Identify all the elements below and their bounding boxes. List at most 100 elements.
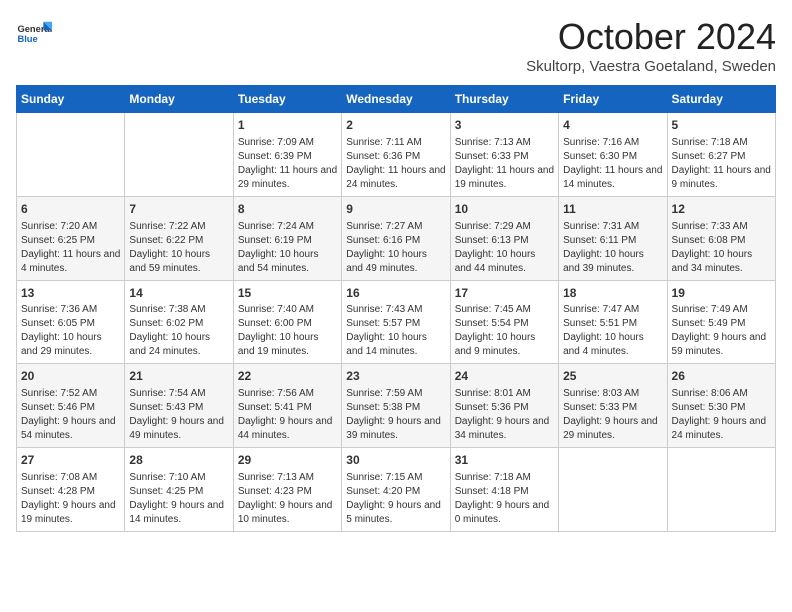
cell-content: Sunrise: 7:59 AM Sunset: 5:38 PM Dayligh… bbox=[346, 387, 445, 443]
day-number: 2 bbox=[346, 117, 445, 134]
calendar-cell: 11Sunrise: 7:31 AM Sunset: 6:11 PM Dayli… bbox=[559, 196, 667, 280]
cell-content: Sunrise: 7:13 AM Sunset: 6:33 PM Dayligh… bbox=[455, 136, 554, 192]
day-number: 4 bbox=[563, 117, 662, 134]
cell-content: Sunrise: 7:27 AM Sunset: 6:16 PM Dayligh… bbox=[346, 220, 445, 276]
calendar-week-row: 6 Sunrise: 7:20 AM Sunset: 6:25 PM Daylig… bbox=[17, 196, 776, 280]
day-number: 14 bbox=[129, 285, 228, 302]
calendar-cell: 6 Sunrise: 7:20 AM Sunset: 6:25 PM Daylig… bbox=[17, 196, 125, 280]
header-day-thursday: Thursday bbox=[450, 86, 558, 113]
cell-content: Sunrise: 7:11 AM Sunset: 6:36 PM Dayligh… bbox=[346, 136, 445, 192]
day-number: 6 bbox=[21, 201, 120, 218]
calendar-cell: 19Sunrise: 7:49 AM Sunset: 5:49 PM Dayli… bbox=[667, 280, 775, 364]
cell-content: Sunrise: 7:56 AM Sunset: 5:41 PM Dayligh… bbox=[238, 387, 337, 443]
logo-icon: General Blue bbox=[16, 16, 52, 52]
day-number: 13 bbox=[21, 285, 120, 302]
title-area: October 2024 Skultorp, Vaestra Goetaland… bbox=[526, 16, 776, 75]
cell-content: Sunrise: 7:24 AM Sunset: 6:19 PM Dayligh… bbox=[238, 220, 337, 276]
day-number: 9 bbox=[346, 201, 445, 218]
calendar-week-row: 13Sunrise: 7:36 AM Sunset: 6:05 PM Dayli… bbox=[17, 280, 776, 364]
calendar-cell: 7 Sunrise: 7:22 AM Sunset: 6:22 PM Daylig… bbox=[125, 196, 233, 280]
header-day-friday: Friday bbox=[559, 86, 667, 113]
header-day-wednesday: Wednesday bbox=[342, 86, 450, 113]
cell-content: Sunrise: 7:36 AM Sunset: 6:05 PM Dayligh… bbox=[21, 303, 120, 359]
day-number: 21 bbox=[129, 368, 228, 385]
calendar-table: SundayMondayTuesdayWednesdayThursdayFrid… bbox=[16, 85, 776, 532]
calendar-cell: 24 Sunrise: 8:01 AM Sunset: 5:36 PM Dayli… bbox=[450, 364, 558, 448]
day-number: 10 bbox=[455, 201, 554, 218]
header-day-saturday: Saturday bbox=[667, 86, 775, 113]
cell-content: Sunrise: 7:49 AM Sunset: 5:49 PM Dayligh… bbox=[672, 303, 771, 359]
calendar-cell: 13Sunrise: 7:36 AM Sunset: 6:05 PM Dayli… bbox=[17, 280, 125, 364]
calendar-cell: 18Sunrise: 7:47 AM Sunset: 5:51 PM Dayli… bbox=[559, 280, 667, 364]
calendar-cell: 10 Sunrise: 7:29 AM Sunset: 6:13 PM Dayli… bbox=[450, 196, 558, 280]
day-number: 17 bbox=[455, 285, 554, 302]
calendar-cell: 21 Sunrise: 7:54 AM Sunset: 5:43 PM Dayli… bbox=[125, 364, 233, 448]
day-number: 19 bbox=[672, 285, 771, 302]
day-number: 20 bbox=[21, 368, 120, 385]
cell-content: Sunrise: 7:45 AM Sunset: 5:54 PM Dayligh… bbox=[455, 303, 554, 359]
calendar-cell bbox=[559, 448, 667, 532]
cell-content: Sunrise: 8:06 AM Sunset: 5:30 PM Dayligh… bbox=[672, 387, 771, 443]
day-number: 11 bbox=[563, 201, 662, 218]
day-number: 31 bbox=[455, 452, 554, 469]
cell-content: Sunrise: 7:47 AM Sunset: 5:51 PM Dayligh… bbox=[563, 303, 662, 359]
cell-content: Sunrise: 8:03 AM Sunset: 5:33 PM Dayligh… bbox=[563, 387, 662, 443]
calendar-week-row: 20Sunrise: 7:52 AM Sunset: 5:46 PM Dayli… bbox=[17, 364, 776, 448]
day-number: 29 bbox=[238, 452, 337, 469]
cell-content: Sunrise: 7:54 AM Sunset: 5:43 PM Dayligh… bbox=[129, 387, 228, 443]
cell-content: Sunrise: 7:18 AM Sunset: 6:27 PM Dayligh… bbox=[672, 136, 771, 192]
calendar-cell: 8Sunrise: 7:24 AM Sunset: 6:19 PM Daylig… bbox=[233, 196, 341, 280]
day-number: 12 bbox=[672, 201, 771, 218]
cell-content: Sunrise: 7:16 AM Sunset: 6:30 PM Dayligh… bbox=[563, 136, 662, 192]
calendar-cell: 25 Sunrise: 8:03 AM Sunset: 5:33 PM Dayli… bbox=[559, 364, 667, 448]
cell-content: Sunrise: 7:38 AM Sunset: 6:02 PM Dayligh… bbox=[129, 303, 228, 359]
cell-content: Sunrise: 7:22 AM Sunset: 6:22 PM Dayligh… bbox=[129, 220, 228, 276]
calendar-cell: 26Sunrise: 8:06 AM Sunset: 5:30 PM Dayli… bbox=[667, 364, 775, 448]
calendar-cell bbox=[125, 113, 233, 197]
day-number: 27 bbox=[21, 452, 120, 469]
day-number: 1 bbox=[238, 117, 337, 134]
calendar-cell: 31 Sunrise: 7:18 AM Sunset: 4:18 PM Dayli… bbox=[450, 448, 558, 532]
cell-content: Sunrise: 7:10 AM Sunset: 4:25 PM Dayligh… bbox=[129, 471, 228, 527]
calendar-cell: 15Sunrise: 7:40 AM Sunset: 6:00 PM Dayli… bbox=[233, 280, 341, 364]
cell-content: Sunrise: 7:18 AM Sunset: 4:18 PM Dayligh… bbox=[455, 471, 554, 527]
cell-content: Sunrise: 7:08 AM Sunset: 4:28 PM Dayligh… bbox=[21, 471, 120, 527]
calendar-cell bbox=[667, 448, 775, 532]
calendar-cell: 3 Sunrise: 7:13 AM Sunset: 6:33 PM Daylig… bbox=[450, 113, 558, 197]
calendar-cell: 4 Sunrise: 7:16 AM Sunset: 6:30 PM Daylig… bbox=[559, 113, 667, 197]
calendar-title: October 2024 bbox=[526, 16, 776, 58]
calendar-header-row: SundayMondayTuesdayWednesdayThursdayFrid… bbox=[17, 86, 776, 113]
calendar-cell: 20Sunrise: 7:52 AM Sunset: 5:46 PM Dayli… bbox=[17, 364, 125, 448]
cell-content: Sunrise: 8:01 AM Sunset: 5:36 PM Dayligh… bbox=[455, 387, 554, 443]
calendar-cell: 28 Sunrise: 7:10 AM Sunset: 4:25 PM Dayli… bbox=[125, 448, 233, 532]
header-day-tuesday: Tuesday bbox=[233, 86, 341, 113]
calendar-cell: 5 Sunrise: 7:18 AM Sunset: 6:27 PM Daylig… bbox=[667, 113, 775, 197]
day-number: 24 bbox=[455, 368, 554, 385]
day-number: 25 bbox=[563, 368, 662, 385]
cell-content: Sunrise: 7:29 AM Sunset: 6:13 PM Dayligh… bbox=[455, 220, 554, 276]
cell-content: Sunrise: 7:43 AM Sunset: 5:57 PM Dayligh… bbox=[346, 303, 445, 359]
calendar-cell bbox=[17, 113, 125, 197]
header-day-sunday: Sunday bbox=[17, 86, 125, 113]
day-number: 15 bbox=[238, 285, 337, 302]
day-number: 22 bbox=[238, 368, 337, 385]
calendar-cell: 9 Sunrise: 7:27 AM Sunset: 6:16 PM Daylig… bbox=[342, 196, 450, 280]
calendar-subtitle: Skultorp, Vaestra Goetaland, Sweden bbox=[526, 58, 776, 75]
logo: General Blue bbox=[16, 16, 52, 52]
day-number: 28 bbox=[129, 452, 228, 469]
day-number: 7 bbox=[129, 201, 228, 218]
calendar-cell: 27 Sunrise: 7:08 AM Sunset: 4:28 PM Dayli… bbox=[17, 448, 125, 532]
cell-content: Sunrise: 7:20 AM Sunset: 6:25 PM Dayligh… bbox=[21, 220, 120, 276]
page-header: General Blue October 2024 Skultorp, Vaes… bbox=[16, 16, 776, 75]
calendar-cell: 12 Sunrise: 7:33 AM Sunset: 6:08 PM Dayli… bbox=[667, 196, 775, 280]
cell-content: Sunrise: 7:09 AM Sunset: 6:39 PM Dayligh… bbox=[238, 136, 337, 192]
calendar-week-row: 1 Sunrise: 7:09 AM Sunset: 6:39 PM Daylig… bbox=[17, 113, 776, 197]
calendar-cell: 17Sunrise: 7:45 AM Sunset: 5:54 PM Dayli… bbox=[450, 280, 558, 364]
calendar-cell: 2 Sunrise: 7:11 AM Sunset: 6:36 PM Daylig… bbox=[342, 113, 450, 197]
day-number: 5 bbox=[672, 117, 771, 134]
cell-content: Sunrise: 7:33 AM Sunset: 6:08 PM Dayligh… bbox=[672, 220, 771, 276]
day-number: 3 bbox=[455, 117, 554, 134]
calendar-cell: 16Sunrise: 7:43 AM Sunset: 5:57 PM Dayli… bbox=[342, 280, 450, 364]
cell-content: Sunrise: 7:15 AM Sunset: 4:20 PM Dayligh… bbox=[346, 471, 445, 527]
day-number: 18 bbox=[563, 285, 662, 302]
